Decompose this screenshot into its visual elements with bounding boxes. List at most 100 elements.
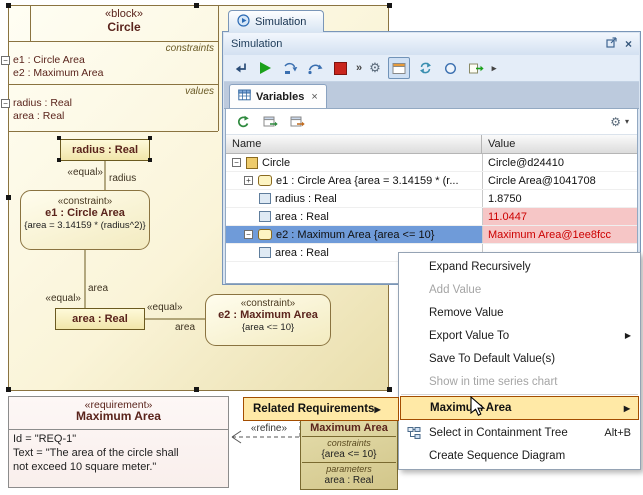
block-instance-icon	[246, 157, 258, 169]
column-header-value[interactable]: Value	[482, 135, 515, 153]
parameter-item: area : Real	[301, 475, 397, 487]
variables-pane-toolbar: ⚙ ▾	[226, 109, 637, 135]
submenu-arrow-icon: ▶	[624, 404, 630, 413]
collapse-expander-icon[interactable]: −	[232, 158, 241, 167]
auto-run-loop-icon[interactable]	[417, 59, 435, 77]
close-icon[interactable]: ×	[625, 37, 632, 51]
compartment-collapse-icon[interactable]: −	[1, 56, 10, 65]
refresh-icon[interactable]	[234, 113, 252, 131]
selection-handle[interactable]	[148, 136, 152, 140]
area-pin-label-2: area	[175, 322, 195, 334]
menu-item-select-in-containment-tree[interactable]: Select in Containment TreeAlt+B	[399, 421, 640, 444]
menu-item-related-requirements[interactable]: Related Requirements▶	[243, 397, 399, 421]
tab-simulation[interactable]: Simulation	[228, 10, 324, 32]
compartment-line	[9, 131, 218, 132]
e2-constraint-box[interactable]: «constraint» e2 : Maximum Area {area <= …	[205, 294, 331, 346]
export-table-icon[interactable]	[261, 113, 279, 131]
table-row-radius[interactable]: radius : Real 1.8750	[226, 190, 637, 208]
menu-item-save-to-default-values[interactable]: Save To Default Value(s)	[399, 347, 640, 370]
terminate-icon[interactable]	[331, 59, 349, 77]
e2-name: e2 : Maximum Area	[206, 309, 330, 321]
settings-gear-icon[interactable]: ⚙	[369, 60, 381, 76]
export-csv-icon[interactable]	[288, 113, 306, 131]
selection-handle[interactable]	[57, 136, 61, 140]
simulation-titlebar: Simulation ×	[224, 33, 639, 55]
compartment-line	[9, 41, 218, 42]
selection-handle[interactable]	[6, 195, 11, 200]
table-row-circle[interactable]: −Circle Circle@d24410	[226, 154, 637, 172]
options-caret-icon[interactable]: ▾	[625, 117, 629, 126]
menu-item-create-sequence-diagram[interactable]: Create Sequence Diagram	[399, 444, 640, 467]
menu-item-remove-value[interactable]: Remove Value	[399, 301, 640, 324]
requirement-text-line1: Text = "The area of the circle shall	[13, 447, 179, 460]
requirement-separator	[9, 429, 228, 430]
radius-part-box[interactable]: radius : Real	[60, 139, 150, 161]
simulation-toolbar: » ⚙ ▸	[224, 55, 639, 82]
block-stereotype: «block»	[30, 8, 218, 21]
simulation-window-body: Simulation × » ⚙ ▸	[222, 31, 641, 285]
selection-handle[interactable]	[387, 387, 392, 392]
simulation-window: Simulation Simulation × » ⚙ ▸	[222, 10, 641, 285]
column-header-name[interactable]: Name	[226, 135, 482, 153]
compartment-collapse-icon[interactable]: −	[1, 99, 10, 108]
animation-toggle-button[interactable]	[388, 57, 410, 79]
area-part-box[interactable]: area : Real	[55, 308, 145, 330]
export-results-icon[interactable]	[467, 59, 485, 77]
breakpoint-circle-icon[interactable]	[442, 59, 460, 77]
requirement-id: Id = "REQ-1"	[13, 433, 76, 446]
constraint-item-e1[interactable]: e1 : Circle Area	[13, 54, 85, 66]
equal-label-2: «equal»	[34, 293, 81, 305]
value-item-area[interactable]: area : Real	[13, 110, 64, 122]
selection-handle[interactable]	[6, 387, 11, 392]
table-header: Name Value	[226, 135, 637, 154]
constraint-property-icon	[258, 229, 272, 240]
selection-handle[interactable]	[148, 158, 152, 162]
constraint-block-name: Maximum Area	[301, 422, 397, 435]
simulation-title: Simulation	[231, 38, 282, 50]
block-name: Circle	[30, 21, 218, 35]
compartment-line	[302, 436, 396, 437]
pane-options-gear-icon[interactable]: ⚙	[610, 115, 621, 129]
step-over-icon[interactable]	[306, 59, 324, 77]
menu-item-expand-recursively[interactable]: Expand Recursively	[399, 255, 640, 278]
menu-shortcut: Alt+B	[604, 427, 631, 439]
e1-stereotype: «constraint»	[21, 196, 149, 207]
values-compartment-label: values	[60, 86, 214, 98]
collapse-expander-icon[interactable]: −	[244, 230, 253, 239]
float-window-icon[interactable]	[606, 37, 618, 51]
table-row-e2-selected[interactable]: −e2 : Maximum Area {area <= 10} Maximum …	[226, 226, 637, 244]
value-property-icon	[259, 211, 271, 222]
constraint-item-e2[interactable]: e2 : Maximum Area	[13, 67, 103, 79]
selection-handle[interactable]	[6, 3, 11, 8]
toolbar-more-icon[interactable]: ▸	[492, 63, 497, 74]
toolbar-overflow-icon[interactable]: »	[356, 62, 362, 74]
violated-value-cell: Maximum Area@1ee8fcc	[482, 226, 637, 243]
equal-label-3: «equal»	[147, 302, 183, 314]
table-row-e1[interactable]: +e1 : Circle Area {area = 3.14159 * (r..…	[226, 172, 637, 190]
value-property-icon	[259, 247, 271, 258]
value-item-radius[interactable]: radius : Real	[13, 97, 72, 109]
e2-expression: {area <= 10}	[206, 322, 330, 333]
submenu-arrow-icon: ▶	[374, 405, 380, 414]
compartment-line	[218, 6, 219, 131]
parameters-compartment-label: parameters	[301, 464, 397, 474]
e2-stereotype: «constraint»	[206, 298, 330, 309]
selection-handle[interactable]	[387, 3, 392, 8]
expand-expander-icon[interactable]: +	[244, 176, 253, 185]
selection-handle[interactable]	[57, 158, 61, 162]
constraint-property-icon	[258, 175, 272, 186]
run-icon[interactable]	[256, 59, 274, 77]
selection-handle[interactable]	[194, 387, 199, 392]
selection-handle[interactable]	[194, 3, 199, 8]
submenu-item-maximum-area[interactable]: Maximum Area▶	[400, 396, 639, 420]
menu-item-export-value-to[interactable]: Export Value To▶	[399, 324, 640, 347]
reset-icon[interactable]	[231, 59, 249, 77]
simulation-icon	[237, 14, 250, 30]
tab-variables[interactable]: Variables ×	[229, 84, 327, 108]
close-tab-icon[interactable]: ×	[311, 91, 317, 103]
tab-simulation-label: Simulation	[255, 16, 306, 28]
e1-constraint-box[interactable]: «constraint» e1 : Circle Area {area = 3.…	[20, 190, 150, 250]
step-into-icon[interactable]	[281, 59, 299, 77]
table-row-area[interactable]: area : Real 11.0447	[226, 208, 637, 226]
simulation-tabstrip: Variables ×	[224, 82, 639, 109]
